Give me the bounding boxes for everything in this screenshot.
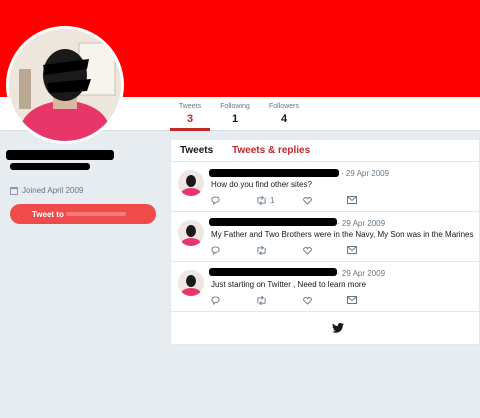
heart-icon — [303, 297, 312, 305]
reply-button[interactable] — [211, 296, 220, 305]
retweet-button[interactable]: 1 — [256, 196, 274, 205]
retweet-count: 1 — [270, 196, 275, 205]
tweet-text: My Father and Two Brothers were in the N… — [211, 230, 474, 239]
like-button[interactable] — [303, 196, 312, 205]
tweet-text: How do you find other sites? — [211, 180, 312, 189]
calendar-icon — [10, 186, 18, 195]
stat-following[interactable]: Following 1 — [214, 103, 256, 125]
redacted-name — [6, 150, 114, 160]
retweet-icon — [257, 246, 266, 255]
envelope-icon — [347, 246, 357, 254]
stat-followers-label: Followers — [269, 103, 299, 110]
tweet-to-label: Tweet to — [32, 209, 64, 219]
redacted-tweet-author — [209, 169, 339, 177]
tweet-actions — [211, 296, 381, 308]
stat-followers-count: 4 — [280, 113, 288, 125]
retweet-button[interactable] — [256, 296, 267, 305]
reply-icon — [211, 296, 220, 305]
tweet-avatar[interactable] — [178, 270, 204, 296]
retweet-button[interactable] — [256, 246, 267, 255]
tweet-to-button[interactable]: Tweet to — [10, 204, 156, 224]
timeline: Tweets Tweets & replies · 29 Apr 2009 Ho… — [170, 140, 480, 345]
like-button[interactable] — [303, 246, 312, 255]
joined-date: Joined April 2009 — [10, 186, 83, 195]
tweet-avatar-photo — [178, 270, 204, 296]
reply-icon — [211, 246, 220, 255]
tweet-actions — [211, 246, 381, 258]
envelope-icon — [347, 196, 357, 204]
reply-icon — [211, 196, 220, 205]
profile-avatar[interactable] — [6, 26, 124, 144]
reply-button[interactable] — [211, 246, 220, 255]
twitter-bird-glyph — [332, 323, 344, 333]
tab-tweets-and-replies[interactable]: Tweets & replies — [232, 145, 310, 156]
stat-tweets-label: Tweets — [178, 103, 202, 110]
redacted-tweet-author — [209, 268, 337, 276]
redacted-tweet-to-handle — [65, 212, 126, 216]
tweet-actions: 1 — [211, 196, 381, 208]
twitter-bird-icon[interactable] — [332, 320, 344, 338]
stat-followers[interactable]: Followers 4 — [262, 103, 306, 125]
tab-tweets[interactable]: Tweets — [180, 145, 213, 156]
tweet-date[interactable]: · 29 Apr 2009 — [341, 169, 389, 178]
message-button[interactable] — [347, 196, 357, 204]
joined-text: Joined April 2009 — [22, 186, 84, 195]
tweet-avatar[interactable] — [178, 170, 204, 196]
message-button[interactable] — [347, 296, 357, 304]
message-button[interactable] — [347, 246, 357, 254]
tweet-date[interactable]: · 29 Apr 2009 — [337, 269, 385, 278]
tweet-item[interactable]: · 29 Apr 2009 My Father and Two Brothers… — [171, 212, 480, 262]
stat-tweets-count: 3 — [186, 113, 194, 125]
retweet-icon — [257, 196, 266, 205]
heart-icon — [303, 197, 312, 205]
profile-photo — [9, 29, 121, 141]
like-button[interactable] — [303, 296, 312, 305]
timeline-tabs: Tweets Tweets & replies — [171, 140, 479, 162]
retweet-icon — [257, 296, 266, 305]
redacted-tweet-author — [209, 218, 337, 226]
heart-icon — [303, 247, 312, 255]
tweet-text: Just starting on Twitter , Need to learn… — [211, 280, 367, 289]
tweet-avatar[interactable] — [178, 220, 204, 246]
stat-tweets[interactable]: Tweets 3 — [170, 103, 210, 131]
tweet-avatar-photo — [178, 170, 204, 196]
stat-following-label: Following — [220, 103, 250, 110]
redacted-handle — [10, 163, 90, 170]
stat-following-count: 1 — [231, 113, 239, 125]
tweet-item[interactable]: · 29 Apr 2009 How do you find other site… — [171, 162, 480, 212]
tweet-date[interactable]: · 29 Apr 2009 — [337, 219, 385, 228]
reply-button[interactable] — [211, 196, 220, 205]
tweet-item[interactable]: · 29 Apr 2009 Just starting on Twitter ,… — [171, 262, 480, 312]
tweet-avatar-photo — [178, 220, 204, 246]
envelope-icon — [347, 296, 357, 304]
